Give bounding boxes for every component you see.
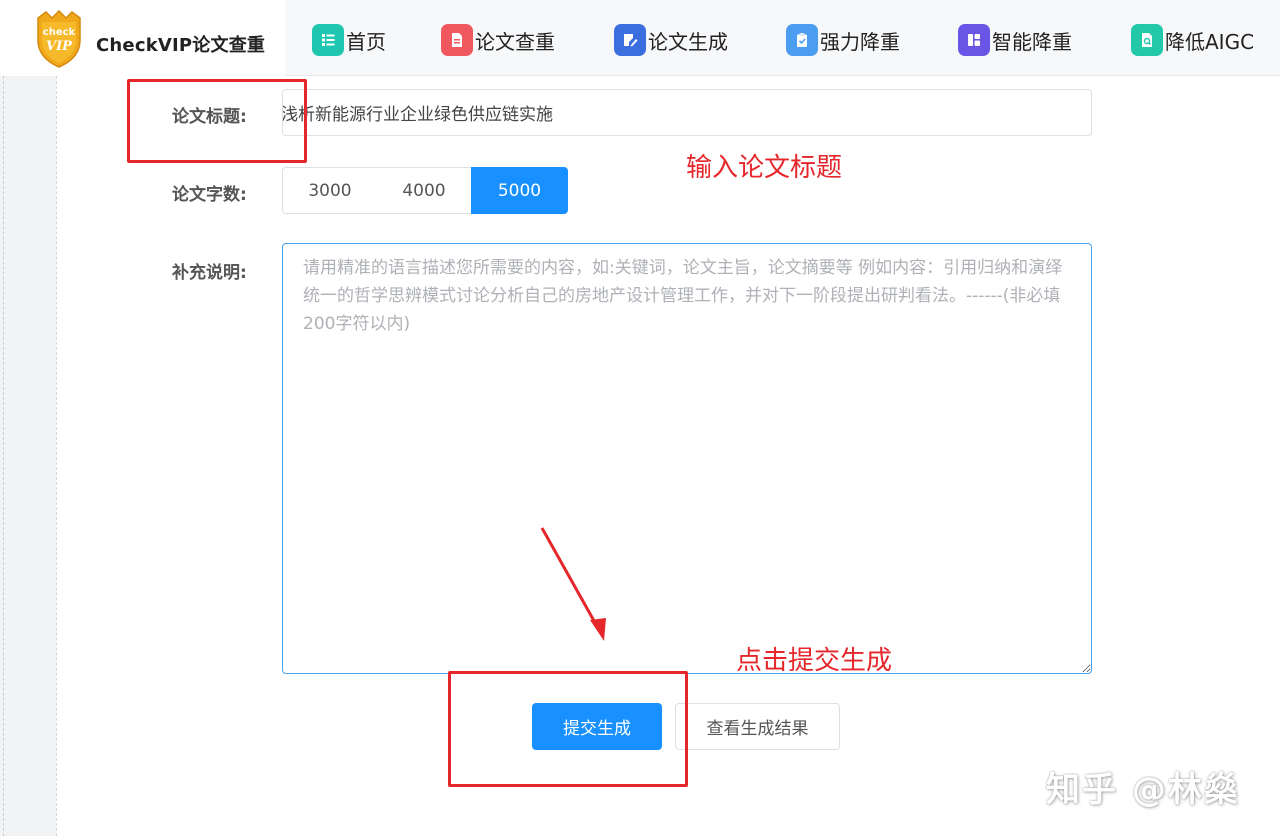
zhihu-watermark: 知乎 @林燊 [1046, 770, 1240, 810]
sidebar-divider [0, 76, 4, 836]
clipboard-icon [786, 24, 818, 56]
annotation-title-hint: 输入论文标题 [686, 153, 843, 183]
svg-text:VIP: VIP [46, 39, 73, 54]
brand[interactable]: check VIP CheckVIP论文查重 [0, 0, 285, 76]
nav-label: 强力降重 [820, 29, 900, 54]
wordcount-option-4000[interactable]: 4000 [377, 167, 472, 214]
layout-icon [958, 24, 990, 56]
list-icon [312, 24, 344, 56]
nav-label: 论文查重 [475, 29, 555, 54]
nav-item-home[interactable]: 首页 [312, 24, 386, 56]
annotation-submit-box [448, 671, 688, 787]
document-icon [441, 24, 473, 56]
nav-label: 论文生成 [648, 29, 728, 54]
top-header: check VIP CheckVIP论文查重 首页 论文查重 论文生成 强力降重… [0, 0, 1280, 76]
title-input[interactable] [282, 89, 1092, 136]
notes-label: 补充说明: [172, 263, 247, 283]
wordcount-option-5000[interactable]: 5000 [471, 167, 568, 214]
nav-item-reduce-aigc[interactable]: 降低AIGC [1131, 24, 1254, 56]
edit-document-icon [614, 24, 646, 56]
annotation-title-box [127, 79, 307, 163]
nav-item-paper-generate[interactable]: 论文生成 [614, 24, 728, 56]
search-document-icon [1131, 24, 1163, 56]
notes-textarea[interactable] [282, 243, 1092, 674]
nav-item-smart-reduce[interactable]: 智能降重 [958, 24, 1072, 56]
view-results-button[interactable]: 查看生成结果 [675, 703, 840, 750]
brand-name: CheckVIP论文查重 [96, 35, 266, 56]
nav-item-paper-check[interactable]: 论文查重 [441, 24, 555, 56]
wordcount-label: 论文字数: [172, 185, 247, 205]
nav-item-strong-reduce[interactable]: 强力降重 [786, 24, 900, 56]
wordcount-option-3000[interactable]: 3000 [282, 167, 378, 214]
annotation-submit-hint: 点击提交生成 [736, 646, 893, 676]
nav-label: 降低AIGC [1165, 29, 1255, 54]
checkvip-logo: check VIP [37, 10, 81, 68]
nav-label: 首页 [346, 29, 386, 54]
annotation-arrow [540, 527, 606, 641]
nav-label: 智能降重 [992, 29, 1072, 54]
svg-text:check: check [43, 27, 76, 38]
